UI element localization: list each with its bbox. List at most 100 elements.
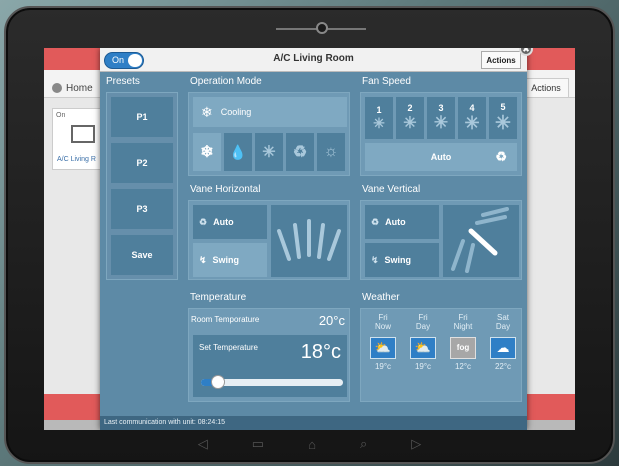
dialog-actions-button[interactable]: Actions xyxy=(481,51,521,69)
mode-heat-button[interactable]: ☼ xyxy=(317,133,345,171)
weather-day-temp: 22°c xyxy=(494,362,512,371)
bg-home-button[interactable]: Home xyxy=(52,78,93,98)
swing-icon: ↯ xyxy=(199,254,207,265)
weather-panel: Fri Now ⛅ 19°c Fri Day ⛅ 19°c Fri Night … xyxy=(360,308,522,402)
search-icon[interactable]: ⌕ xyxy=(360,436,367,452)
mode-dry-button[interactable]: 💧 xyxy=(224,133,252,171)
weather-day: Fri Day ⛅ 19°c xyxy=(405,313,441,399)
fan-icon: ✳ xyxy=(495,112,511,134)
recycle-icon: ♻ xyxy=(495,149,507,164)
fan-speed-panel: 1 ✳ 2 ✳ 3 ✳ 4 ✳ 5 ✳ Auto ♻ xyxy=(360,92,522,176)
weather-day-name: Fri xyxy=(418,313,428,322)
fan-speed-1-label: 1 xyxy=(376,104,382,115)
screen: Home Actions On A/C Living R On A/C Livi… xyxy=(44,48,575,430)
weather-day-period: Day xyxy=(495,322,511,331)
back-icon[interactable]: ◁ xyxy=(198,436,208,452)
vane-h-auto-label: Auto xyxy=(213,217,234,227)
recents-icon[interactable]: ▭ xyxy=(252,436,264,452)
vane-horizontal-indicator xyxy=(271,205,347,277)
vane-h-swing-button[interactable]: ↯ Swing xyxy=(193,243,267,277)
fan-speed-4-button[interactable]: 4 ✳ xyxy=(458,97,486,139)
weather-day-temp: 19°c xyxy=(414,362,432,371)
operation-mode-title: Operation Mode xyxy=(190,76,262,87)
weather-day-name: Sat xyxy=(496,313,509,322)
snowflake-icon: ❄ xyxy=(201,103,213,120)
recycle-icon: ♻ xyxy=(292,144,308,161)
vane-v-swing-button[interactable]: ↯ Swing xyxy=(365,243,439,277)
swing-icon: ↯ xyxy=(371,254,379,265)
presets-title: Presets xyxy=(106,76,140,87)
weather-title: Weather xyxy=(362,292,400,303)
fan-speed-2-button[interactable]: 2 ✳ xyxy=(396,97,424,139)
dialog-header: On A/C Living Room Actions ✖ xyxy=(100,48,533,72)
cloud-icon: ☁ xyxy=(490,337,516,359)
snowflake-icon: ✳ xyxy=(262,144,276,161)
weather-day-temp: 19°c xyxy=(374,362,392,371)
weather-day-temp: 12°c xyxy=(454,362,472,371)
ac-control-dialog: On A/C Living Room Actions ✖ Presets P1 … xyxy=(100,48,533,430)
set-temperature-value: 18°c xyxy=(300,341,341,363)
preset-p3-button[interactable]: P3 xyxy=(111,189,173,229)
weather-day-period: Day xyxy=(415,322,431,331)
set-temperature-box: Set Temperature 18°c xyxy=(193,335,347,397)
vane-v-auto-label: Auto xyxy=(385,217,406,227)
fan-speed-3-button[interactable]: 3 ✳ xyxy=(427,97,455,139)
fan-speed-2-label: 2 xyxy=(407,103,413,113)
weather-day: Sat Day ☁ 22°c xyxy=(485,313,521,399)
recycle-icon: ♻ xyxy=(199,216,208,227)
fan-speed-4-label: 4 xyxy=(469,102,475,113)
fan-auto-button[interactable]: Auto ♻ xyxy=(365,143,517,171)
fan-icon: ✳ xyxy=(464,112,480,133)
vane-horizontal-panel: ♻ Auto ↯ Swing xyxy=(188,200,350,280)
fan-icon: ✳ xyxy=(403,115,417,132)
menu-icon[interactable]: ▷ xyxy=(411,436,421,452)
bg-actions-button[interactable]: Actions xyxy=(523,78,569,98)
fan-speed-5-button[interactable]: 5 ✳ xyxy=(489,97,517,139)
temperature-title: Temperature xyxy=(190,292,247,303)
preset-p1-button[interactable]: P1 xyxy=(111,97,173,137)
temperature-slider-knob[interactable] xyxy=(211,375,226,389)
android-softkeys: ◁ ▭ ⌂ ⌕ ▷ xyxy=(44,430,575,458)
presets-panel: P1 P2 P3 Save xyxy=(106,92,178,280)
vane-v-swing-label: Swing xyxy=(384,255,412,265)
room-temperature-value: 20°c xyxy=(318,313,345,328)
fan-speed-1-button[interactable]: 1 ✳ xyxy=(365,97,393,139)
drop-icon: 💧 xyxy=(229,143,247,160)
vane-vertical-panel: ♻ Auto ↯ Swing xyxy=(360,200,522,280)
vane-h-auto-button[interactable]: ♻ Auto xyxy=(193,205,267,239)
recycle-icon: ♻ xyxy=(371,216,380,227)
operation-mode-panel: ❄ Cooling ❄ 💧 ✳ ♻ ☼ xyxy=(188,92,350,176)
ac-unit-icon xyxy=(71,125,95,143)
current-mode-label: Cooling xyxy=(220,107,252,117)
vane-vertical-indicator xyxy=(443,205,519,277)
preset-save-button[interactable]: Save xyxy=(111,235,173,275)
fan-icon: ✳ xyxy=(373,114,385,131)
home-icon[interactable]: ⌂ xyxy=(308,437,316,452)
bg-tile-status: On xyxy=(56,112,66,119)
mode-cooling-button[interactable]: ❄ xyxy=(193,133,221,171)
vane-horizontal-title: Vane Horizontal xyxy=(190,184,261,195)
weather-day-period: Now xyxy=(374,322,391,331)
preset-p2-button[interactable]: P2 xyxy=(111,143,173,183)
mode-fan-button[interactable]: ✳ xyxy=(255,133,283,171)
temperature-panel: Room Temporature 20°c Set Temperature 18… xyxy=(188,308,350,402)
set-temperature-label: Set Temperature xyxy=(199,343,258,352)
dialog-title: A/C Living Room xyxy=(273,53,354,64)
vane-v-auto-button[interactable]: ♻ Auto xyxy=(365,205,439,239)
camera-icon xyxy=(316,22,328,34)
weather-day: Fri Night fog 12°c xyxy=(445,313,481,399)
temperature-slider-track[interactable] xyxy=(201,375,343,389)
bg-tile-name: A/C Living R xyxy=(57,156,96,163)
room-temperature-label: Room Temporature xyxy=(191,315,260,324)
mode-auto-button[interactable]: ♻ xyxy=(286,133,314,171)
current-mode-display[interactable]: ❄ Cooling xyxy=(193,97,347,127)
cloud-sun-rain-icon: ⛅ xyxy=(370,337,396,359)
fog-icon: fog xyxy=(450,337,476,359)
weather-day-name: Fri xyxy=(458,313,468,322)
fan-auto-label: Auto xyxy=(430,152,452,162)
home-icon xyxy=(52,83,62,93)
bg-home-label: Home xyxy=(66,82,93,94)
weather-day-name: Fri xyxy=(378,313,388,322)
weather-day: Fri Now ⛅ 19°c xyxy=(365,313,401,399)
sun-icon: ☼ xyxy=(323,143,339,160)
